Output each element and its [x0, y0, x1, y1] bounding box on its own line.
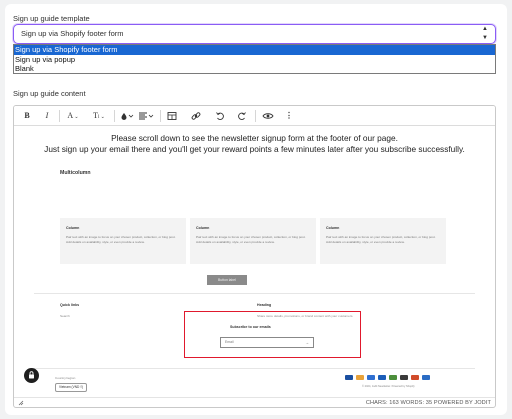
- email-placeholder: Email: [225, 340, 234, 344]
- payment-card-icon: [422, 375, 430, 380]
- column-text: Pair text with an image to focus on your…: [326, 235, 436, 244]
- preview-column: Column Pair text with an image to focus …: [320, 218, 446, 264]
- email-field: Email →: [220, 337, 314, 348]
- rich-text-editor[interactable]: B I A ⌄ Tl ⌄ ⋮ Please scroll down to see…: [13, 105, 496, 408]
- select-chevron-icon: ▲ ▼: [482, 26, 488, 41]
- multicolumn-title: Multicolumn: [60, 170, 91, 176]
- text-color-icon[interactable]: [120, 110, 134, 122]
- template-label: Sign up guide template: [13, 14, 90, 23]
- preview-column: Column Pair text with an image to focus …: [60, 218, 186, 264]
- preview-button: Button label: [207, 275, 247, 285]
- italic-icon[interactable]: I: [42, 110, 52, 122]
- content-label: Sign up guide content: [13, 89, 86, 98]
- template-option[interactable]: Sign up via Shopify footer form: [14, 45, 495, 55]
- bold-icon[interactable]: B: [22, 110, 32, 122]
- editor-content[interactable]: Please scroll down to see the newsletter…: [14, 127, 495, 397]
- column-heading: Column: [196, 226, 210, 230]
- payment-card-icon: [400, 375, 408, 380]
- column-text: Pair text with an image to focus on your…: [196, 235, 306, 244]
- payment-card-icon: [389, 375, 397, 380]
- editor-stats: CHARS: 163 WORDS: 35 POWERED BY JODIT: [365, 400, 491, 406]
- undo-icon[interactable]: [214, 110, 226, 122]
- editor-status-bar: CHARS: 163 WORDS: 35 POWERED BY JODIT: [14, 397, 495, 407]
- template-option[interactable]: Sign up via popup: [14, 55, 495, 65]
- quick-links-title: Quick links: [60, 303, 80, 307]
- more-icon[interactable]: ⋮: [284, 110, 294, 122]
- lock-icon: [29, 371, 34, 379]
- payment-card-icon: [345, 375, 353, 380]
- arrow-right-icon: →: [305, 340, 309, 345]
- redo-icon[interactable]: [236, 110, 248, 122]
- country-label: Country/region: [55, 376, 76, 380]
- template-select[interactable]: Sign up via Shopify footer form ▲ ▼: [13, 24, 496, 44]
- template-select-value: Sign up via Shopify footer form: [21, 29, 124, 38]
- font-size-icon[interactable]: Tl ⌄: [90, 110, 108, 122]
- copyright-text: © 2024, Jodit Newsletter. Powered by Sho…: [362, 385, 415, 388]
- preview-column: Column Pair text with an image to focus …: [190, 218, 316, 264]
- column-text: Pair text with an image to focus on your…: [66, 235, 176, 244]
- payment-card-icon: [411, 375, 419, 380]
- chat-widget-button[interactable]: [24, 368, 39, 383]
- country-value: Vietnam (VND ₫): [59, 385, 83, 389]
- font-icon[interactable]: A ⌄: [64, 110, 82, 122]
- payment-card-icon: [356, 375, 364, 380]
- align-icon[interactable]: [138, 110, 154, 122]
- editor-toolbar: B I A ⌄ Tl ⌄ ⋮: [14, 106, 495, 126]
- payment-card-icon: [367, 375, 375, 380]
- store-preview-image: Multicolumn Column Pair text with an ima…: [34, 165, 475, 393]
- subscribe-title: Subscribe to our emails: [230, 325, 271, 329]
- editor-line-2: Just sign up your email there and you'll…: [44, 144, 465, 154]
- highlight-box: [184, 311, 361, 358]
- resize-handle-icon[interactable]: [18, 400, 24, 406]
- preview-icon[interactable]: [262, 110, 274, 122]
- country-select: Vietnam (VND ₫): [55, 383, 87, 392]
- link-icon[interactable]: [190, 110, 202, 122]
- table-icon[interactable]: [166, 110, 178, 122]
- column-heading: Column: [66, 226, 80, 230]
- template-dropdown-list[interactable]: Sign up via Shopify footer form Sign up …: [13, 44, 496, 74]
- quick-links-item: Search: [60, 314, 70, 318]
- template-option[interactable]: Blank: [14, 64, 495, 74]
- footer-heading-title: Heading: [257, 303, 272, 307]
- column-heading: Column: [326, 226, 340, 230]
- editor-line-1: Please scroll down to see the newsletter…: [111, 133, 398, 143]
- payment-card-icon: [378, 375, 386, 380]
